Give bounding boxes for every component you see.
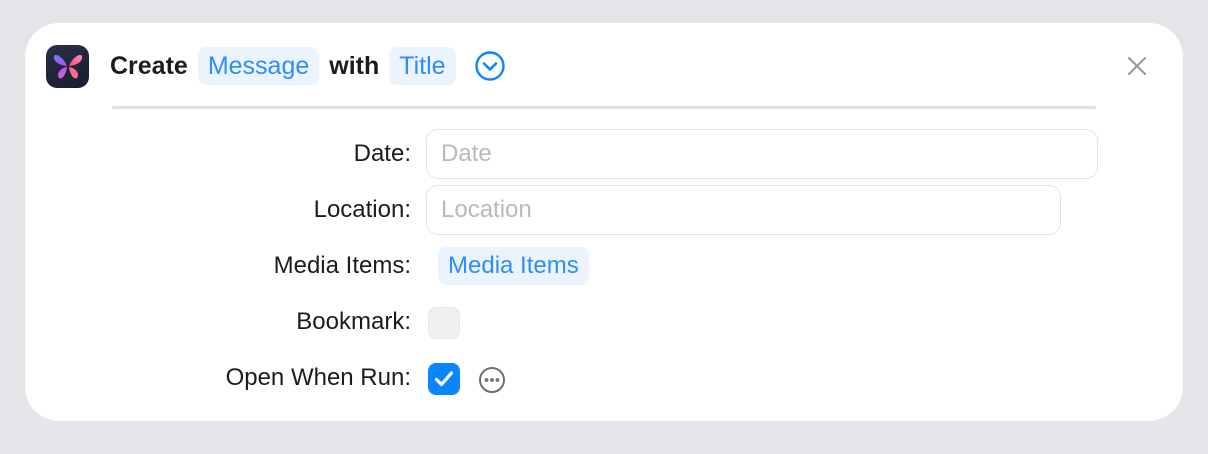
open-when-run-checkbox[interactable] xyxy=(428,363,460,395)
media-items-label: Media Items: xyxy=(273,252,411,279)
title-token[interactable]: Title xyxy=(389,47,456,85)
location-input[interactable] xyxy=(441,186,1046,234)
date-field[interactable] xyxy=(426,129,1098,179)
location-field[interactable] xyxy=(426,185,1061,235)
checkmark-icon xyxy=(434,371,454,387)
chevron-down-icon[interactable] xyxy=(474,51,505,81)
header-divider xyxy=(112,106,1096,109)
butterfly-app-icon xyxy=(46,45,89,88)
date-input[interactable] xyxy=(441,130,1083,178)
close-icon[interactable] xyxy=(1126,55,1148,77)
bookmark-label: Bookmark: xyxy=(296,308,411,335)
media-items-token[interactable]: Media Items xyxy=(438,247,589,285)
location-label: Location: xyxy=(313,196,411,223)
open-when-run-label: Open When Run: xyxy=(225,364,411,391)
bookmark-checkbox[interactable] xyxy=(428,307,460,339)
more-options-icon[interactable] xyxy=(478,366,506,394)
message-type-token[interactable]: Message xyxy=(197,47,320,85)
action-title-row: Create Message with Title xyxy=(110,47,505,85)
action-verb: Create xyxy=(110,51,188,80)
date-label: Date: xyxy=(353,140,411,167)
action-connector: with xyxy=(329,51,380,80)
